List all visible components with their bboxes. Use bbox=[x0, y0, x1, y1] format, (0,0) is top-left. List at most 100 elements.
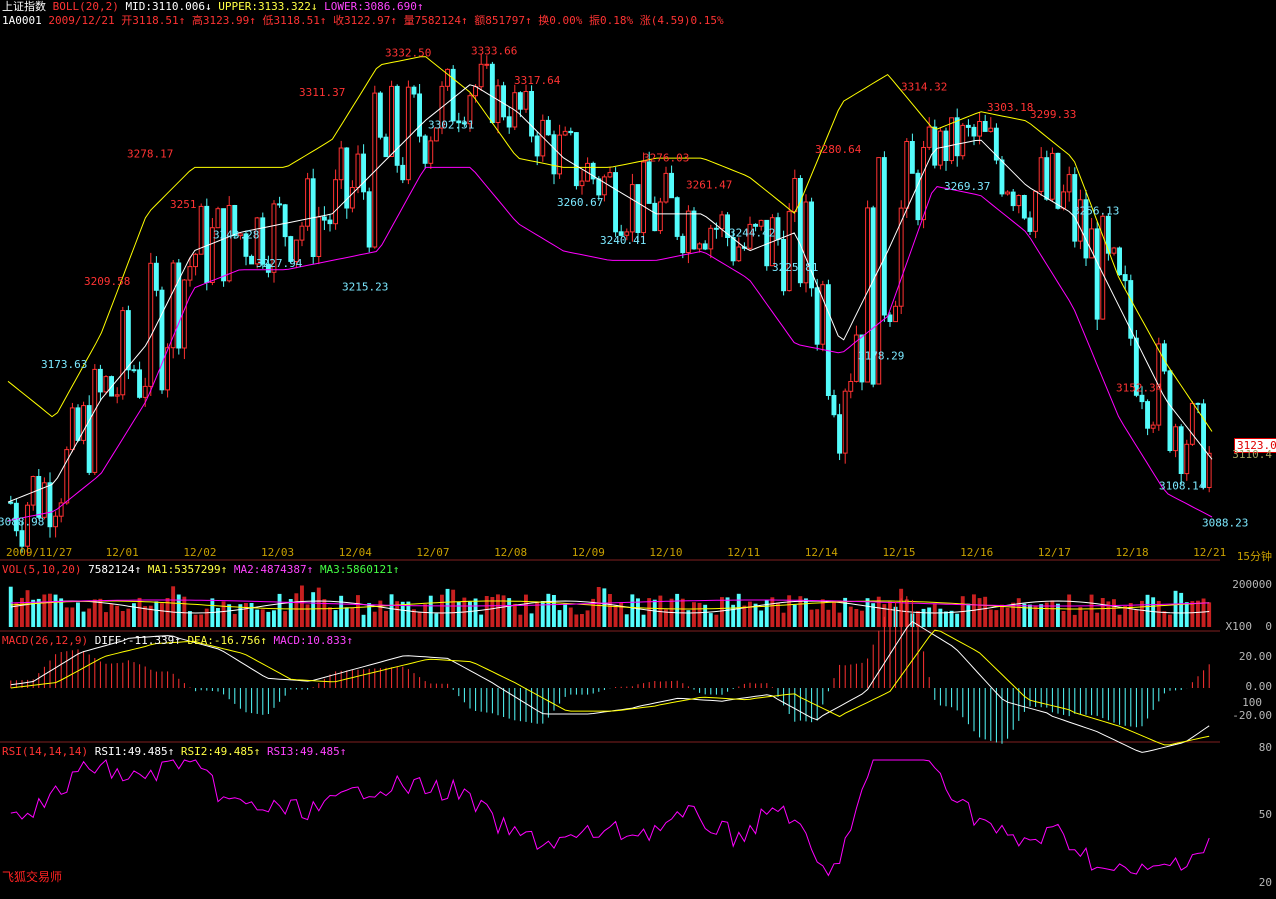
volume-bar bbox=[316, 587, 321, 627]
volume-bar bbox=[1100, 598, 1105, 627]
candle-body bbox=[977, 121, 982, 137]
volume-bar bbox=[563, 603, 568, 627]
date-label: 12/15 bbox=[882, 546, 916, 559]
volume-bar bbox=[64, 607, 69, 627]
volume-bar bbox=[949, 610, 954, 627]
volume-bar bbox=[227, 604, 232, 627]
rsi-axis-20: 20 bbox=[1258, 876, 1272, 889]
price-annotation: 3276.03 bbox=[643, 152, 689, 165]
price-annotation: 3178.29 bbox=[858, 349, 904, 362]
candle-body bbox=[417, 93, 423, 137]
candle-body bbox=[1139, 394, 1145, 403]
vol-ma1: MA1:5357299↑ bbox=[147, 563, 228, 576]
candle-body bbox=[697, 243, 702, 250]
candle-body bbox=[1206, 452, 1212, 488]
boll-header: 上证指数 BOLL(20,2) MID:3110.006↓ UPPER:3133… bbox=[2, 0, 424, 14]
candle-body bbox=[887, 314, 893, 322]
volume-bar bbox=[596, 587, 601, 627]
volume-bar bbox=[204, 608, 209, 627]
candle-body bbox=[153, 262, 159, 291]
candle-body bbox=[568, 130, 574, 134]
volume-bar bbox=[70, 607, 75, 627]
candle-body bbox=[713, 227, 719, 230]
candle-body bbox=[131, 369, 137, 372]
volume-bar bbox=[1072, 614, 1077, 627]
volume-bar bbox=[1179, 592, 1184, 627]
volume-bar bbox=[1061, 611, 1066, 627]
quote-vol: 量7582124↑ bbox=[403, 14, 468, 27]
candle-body bbox=[842, 390, 848, 454]
volume-bar bbox=[720, 597, 724, 627]
volume-bar bbox=[1190, 601, 1195, 627]
candle-body bbox=[142, 385, 148, 398]
period-label[interactable]: 15分钟 bbox=[1237, 548, 1272, 564]
volume-bar bbox=[423, 604, 428, 627]
vol-axis-unit: X100 bbox=[1225, 620, 1253, 633]
volume-bar bbox=[221, 601, 226, 627]
price-annotation: 3108.14 bbox=[1159, 480, 1206, 493]
candle-body bbox=[909, 141, 915, 174]
candle-body bbox=[1016, 195, 1022, 207]
volume-bar bbox=[1173, 590, 1178, 627]
candle-body bbox=[1111, 247, 1117, 254]
rsi-label[interactable]: RSI(14,14,14) bbox=[2, 745, 88, 758]
volume-bar bbox=[826, 609, 831, 627]
candle-body bbox=[674, 197, 680, 237]
volume-bar bbox=[328, 607, 332, 627]
boll-label[interactable]: BOLL(20,2) bbox=[53, 0, 119, 13]
volume-bar bbox=[624, 614, 629, 627]
volume-bar bbox=[1128, 603, 1133, 627]
candle-body bbox=[489, 63, 495, 124]
candle-body bbox=[193, 253, 199, 268]
price-annotation: 3240.41 bbox=[600, 234, 646, 247]
macd-header: MACD(26,12,9) DIFF:-11.339↑ DEA:-16.756↑… bbox=[2, 634, 353, 648]
vol-label[interactable]: VOL(5,10,20) bbox=[2, 563, 81, 576]
candle-body bbox=[534, 135, 540, 157]
rsi-3: RSI3:49.485↑ bbox=[266, 745, 347, 758]
volume-bar bbox=[832, 600, 836, 627]
candle-body bbox=[405, 86, 411, 181]
volume-bar bbox=[770, 597, 775, 627]
candle-body bbox=[1117, 247, 1122, 276]
main-chart[interactable]: 3088.98 3173.63 3209.58 3278.17 3251 3243.28 3… bbox=[0, 0, 1276, 899]
volume-bar bbox=[260, 609, 265, 627]
volume-bar bbox=[384, 610, 388, 627]
date-axis: 2009/11/27 12/01 12/02 12/03 12/04 12/07 12/08… bbox=[0, 546, 1276, 560]
candle-body bbox=[389, 85, 395, 157]
price-annotation: 3243.28 bbox=[213, 228, 259, 241]
candle-body bbox=[1055, 152, 1061, 209]
candle-body bbox=[277, 203, 283, 206]
volume-bar bbox=[1011, 602, 1016, 627]
price-annotation: 3311.37 bbox=[299, 86, 345, 99]
candle-body bbox=[562, 130, 568, 136]
volume-bar bbox=[921, 608, 926, 627]
candle-body bbox=[92, 368, 98, 473]
rsi-axis-50: 50 bbox=[1258, 808, 1272, 821]
quote-close: 收3122.97↑ bbox=[333, 14, 398, 27]
candle-body bbox=[573, 132, 579, 187]
candle-body bbox=[338, 147, 344, 181]
brand-label: 飞狐交易师 bbox=[2, 870, 63, 884]
volume-bar bbox=[1112, 599, 1116, 627]
candlesticks bbox=[8, 53, 1212, 555]
price-annotation: 3215.23 bbox=[342, 281, 388, 294]
candle-body bbox=[730, 237, 736, 262]
candle-body bbox=[1094, 228, 1100, 320]
price-annotation: 3317.64 bbox=[514, 74, 561, 87]
candle-body bbox=[954, 117, 960, 157]
rsi-line bbox=[10, 759, 1210, 877]
candle-body bbox=[904, 141, 910, 209]
volume-bar bbox=[25, 590, 30, 627]
volume-bar bbox=[216, 608, 220, 627]
quote-change: 涨(4.59)0.15% bbox=[639, 14, 724, 27]
volume-bar bbox=[305, 604, 310, 627]
candle-body bbox=[523, 91, 529, 110]
volume-bar bbox=[938, 608, 943, 627]
macd-label[interactable]: MACD(26,12,9) bbox=[2, 634, 88, 647]
volume-bar bbox=[249, 603, 254, 627]
date-label: 12/11 bbox=[727, 546, 761, 559]
candle-body bbox=[629, 184, 635, 233]
volume-bar bbox=[1078, 606, 1083, 627]
quote-low: 低3118.51↑ bbox=[262, 14, 327, 27]
index-name: 上证指数 bbox=[2, 0, 46, 13]
